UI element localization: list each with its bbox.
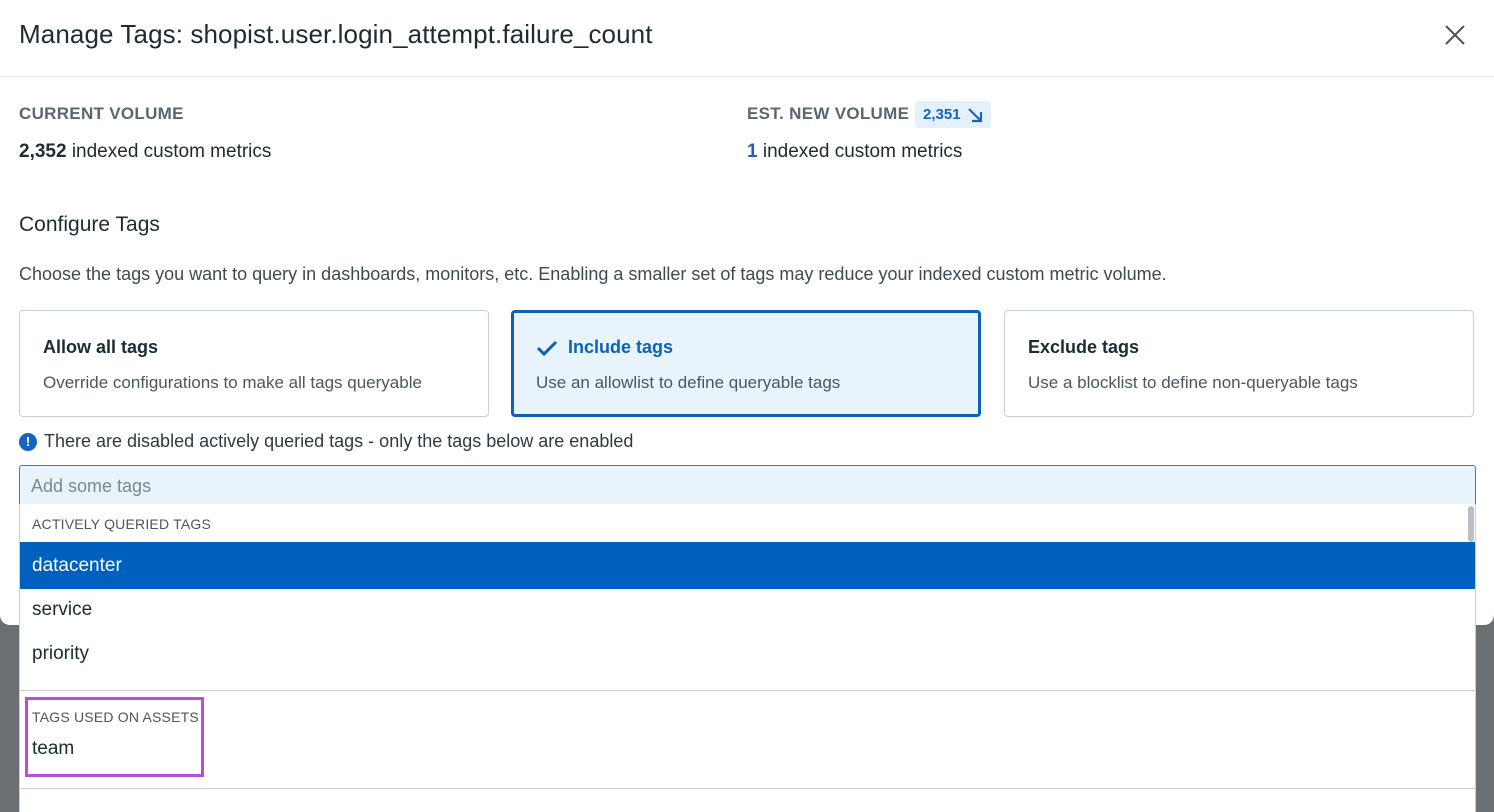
tag-option-team[interactable]: team xyxy=(20,725,1475,769)
group-divider xyxy=(20,788,1475,789)
option-title: Allow all tags xyxy=(43,337,159,357)
volume-change-badge: 2,351 xyxy=(915,101,991,128)
tags-dropdown: ACTIVELY QUERIED TAGS datacenter service… xyxy=(19,504,1476,812)
option-include-tags[interactable]: Include tags Use an allowlist to define … xyxy=(511,310,981,417)
close-icon[interactable] xyxy=(1440,20,1470,50)
modal-title: Manage Tags: shopist.user.login_attempt.… xyxy=(19,19,653,49)
tag-option-service[interactable]: service xyxy=(20,586,1475,633)
configure-tags-title: Configure Tags xyxy=(19,213,160,236)
option-exclude-tags[interactable]: Exclude tags Use a blocklist to define n… xyxy=(1004,310,1474,417)
disabled-tags-notice: ! There are disabled actively queried ta… xyxy=(19,431,633,452)
option-subtitle: Use a blocklist to define non-queryable … xyxy=(1028,373,1358,392)
option-subtitle: Override configurations to make all tags… xyxy=(43,373,422,392)
current-volume-label: CURRENT VOLUME xyxy=(19,104,184,123)
option-title: Include tags xyxy=(568,337,674,357)
tag-option-datacenter[interactable]: datacenter xyxy=(20,542,1475,589)
group-divider xyxy=(20,690,1475,691)
tags-search-input[interactable]: Add some tags xyxy=(19,465,1476,505)
tag-option-priority[interactable]: priority xyxy=(20,630,1475,677)
option-allow-all-tags[interactable]: Allow all tags Override configurations t… xyxy=(19,310,489,417)
option-subtitle: Use an allowlist to define queryable tag… xyxy=(536,373,841,392)
new-volume-label: EST. NEW VOLUME xyxy=(747,104,910,123)
current-volume-count: 2,352 xyxy=(19,141,67,162)
checkmark-icon xyxy=(536,340,558,356)
option-title-row: Include tags xyxy=(536,337,673,358)
dropdown-scrollbar[interactable] xyxy=(1468,506,1474,542)
new-volume-count: 1 xyxy=(747,141,758,162)
actively-queried-group-label: ACTIVELY QUERIED TAGS xyxy=(32,516,211,532)
current-volume-suffix: indexed custom metrics xyxy=(71,141,272,162)
new-volume-value: 1 indexed custom metrics xyxy=(747,141,962,163)
notice-text: There are disabled actively queried tags… xyxy=(44,431,634,451)
configure-tags-description: Choose the tags you want to query in das… xyxy=(19,264,1167,284)
volume-change-value: 2,351 xyxy=(923,106,961,123)
new-volume-suffix: indexed custom metrics xyxy=(762,141,963,162)
modal-header: Manage Tags: shopist.user.login_attempt.… xyxy=(0,0,1494,77)
info-icon: ! xyxy=(19,432,37,451)
arrow-down-right-icon xyxy=(967,107,982,122)
option-title: Exclude tags xyxy=(1028,337,1140,357)
highlight-box xyxy=(25,697,204,777)
current-volume-value: 2,352 indexed custom metrics xyxy=(19,141,271,163)
